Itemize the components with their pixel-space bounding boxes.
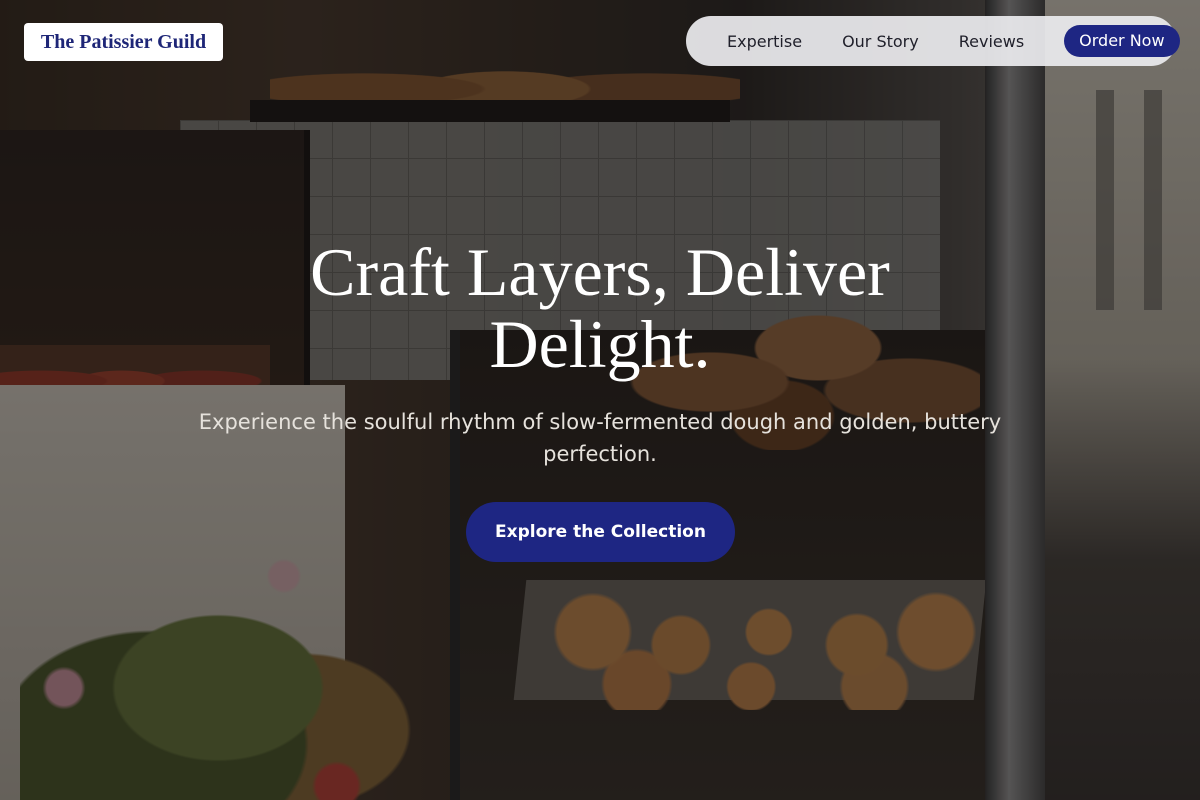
hero-subtitle: Experience the soulful rhythm of slow-fe… (198, 410, 1002, 466)
brand-logo[interactable]: The Patissier Guild (24, 23, 223, 61)
main-nav: Expertise Our Story Reviews Order Now (686, 16, 1180, 66)
dark-overlay (0, 0, 1200, 800)
nav-our-story[interactable]: Our Story (842, 32, 919, 51)
hero-title-line-2: Delight. (489, 306, 711, 382)
nav-reviews[interactable]: Reviews (959, 32, 1024, 51)
nav-expertise[interactable]: Expertise (727, 32, 802, 51)
hero-title-line-1: Craft Layers, Deliver (310, 234, 890, 310)
order-now-button[interactable]: Order Now (1064, 25, 1180, 57)
hero-title: Craft Layers, Deliver Delight. (200, 236, 1000, 380)
explore-collection-button[interactable]: Explore the Collection (466, 502, 735, 562)
